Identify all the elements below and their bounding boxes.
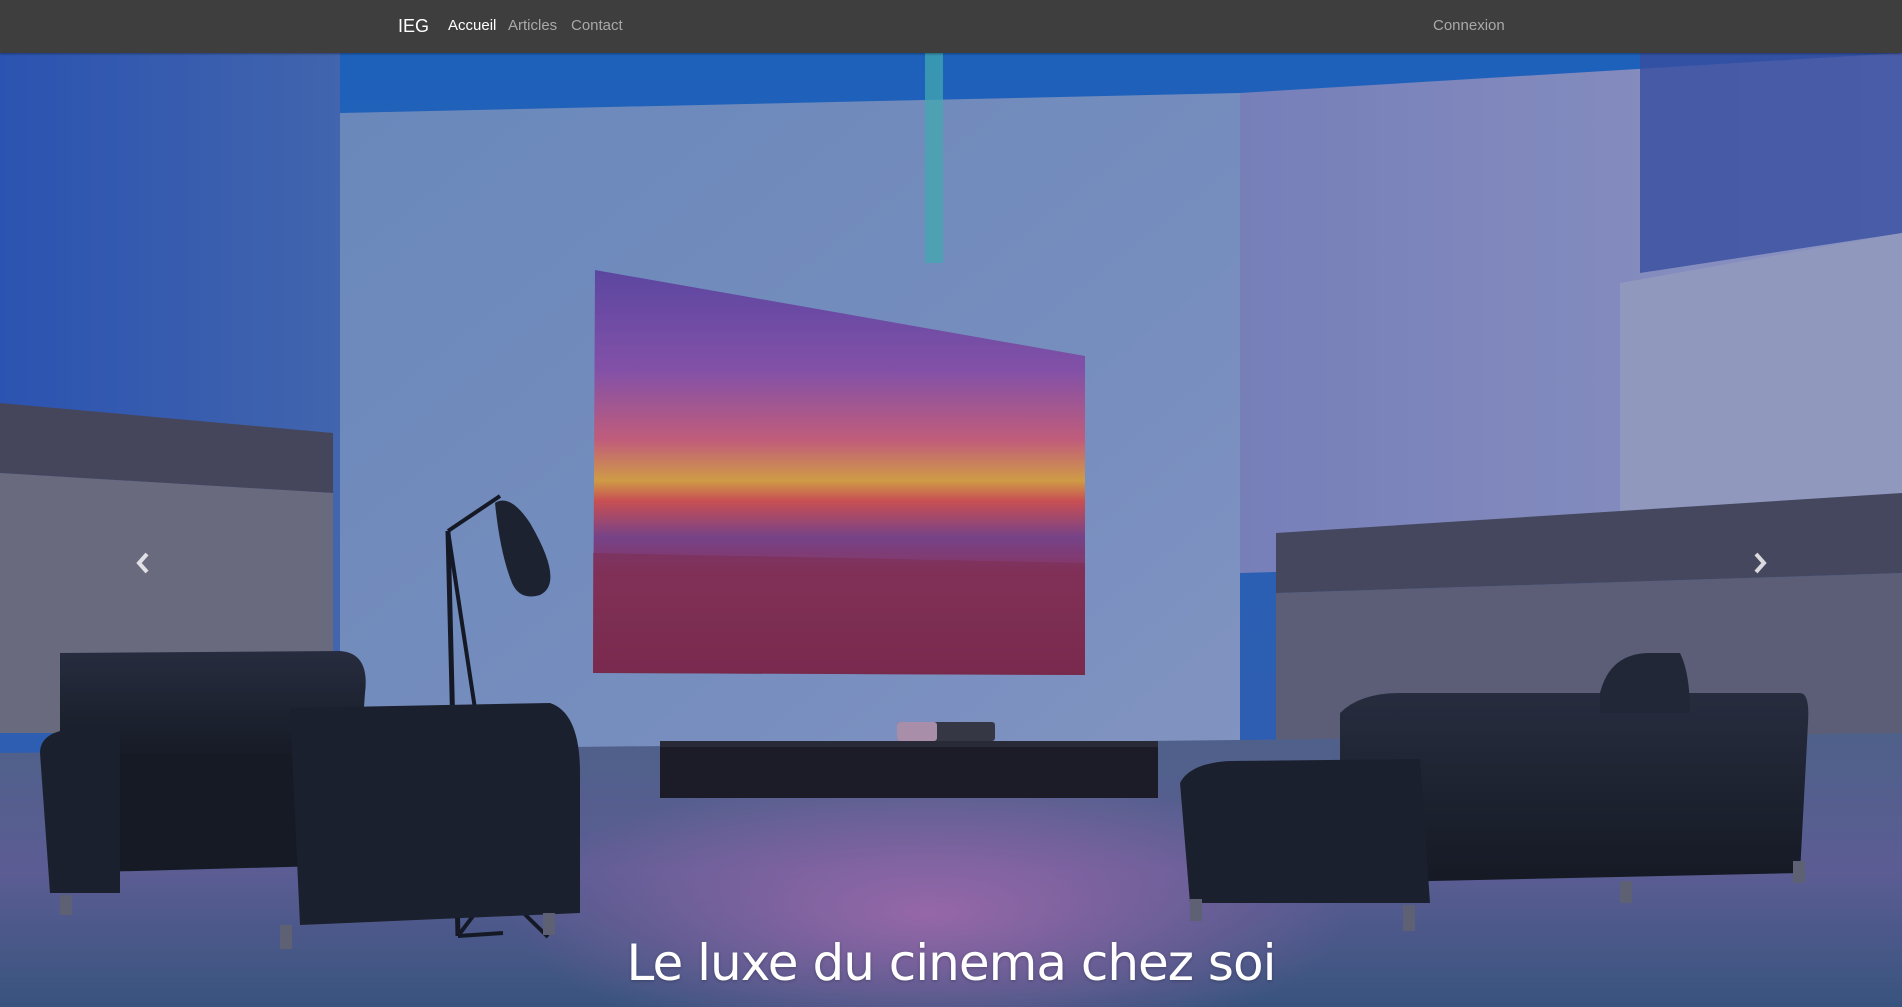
carousel-caption: Le luxe du cinema chez soi	[626, 934, 1277, 992]
brand-logo[interactable]: IEG	[398, 15, 429, 37]
nav-link-articles[interactable]: Articles	[508, 17, 557, 35]
chevron-right-icon	[1754, 552, 1767, 574]
nav-link-connexion[interactable]: Connexion	[1433, 17, 1505, 35]
nav-link-accueil[interactable]: Accueil	[448, 17, 496, 35]
carousel-next-button[interactable]	[1740, 543, 1780, 583]
carousel-prev-button[interactable]	[123, 543, 163, 583]
nav-link-contact[interactable]: Contact	[571, 17, 623, 35]
carousel-slide-image	[0, 53, 1902, 1007]
chevron-left-icon	[136, 552, 149, 574]
hero-carousel: Le luxe du cinema chez soi	[0, 53, 1902, 1007]
top-navbar: IEG Accueil Articles Contact Connexion	[0, 0, 1902, 53]
